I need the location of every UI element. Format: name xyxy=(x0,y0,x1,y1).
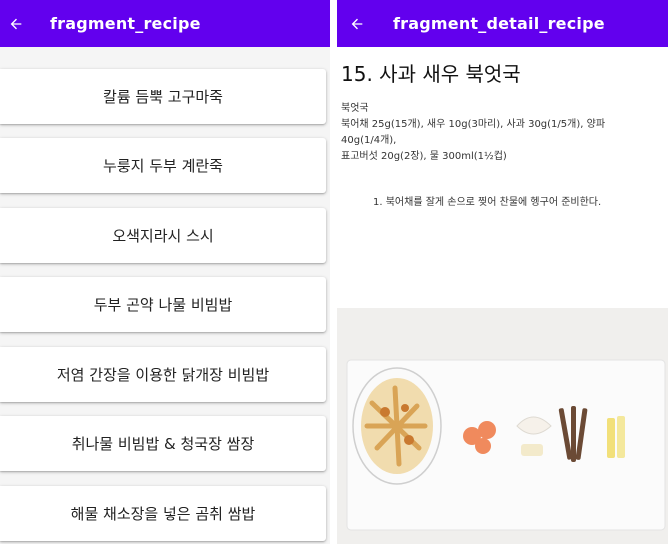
recipe-title: 15. 사과 새우 북엇국 xyxy=(341,62,521,86)
app-bar: fragment_detail_recipe xyxy=(337,0,668,47)
recipe-detail-screen: fragment_detail_recipe 15. 사과 새우 북엇국 북엇국… xyxy=(337,0,668,544)
screen-title: fragment_recipe xyxy=(50,14,201,33)
ingredients-line: 북어채 25g(15개), 새우 10g(3마리), 사과 30g(1/5개),… xyxy=(341,119,606,130)
recipe-list-item[interactable]: 오색지라시 스시 xyxy=(0,208,326,263)
recipe-list-item[interactable]: 해물 채소장을 넣은 곰취 쌈밥 xyxy=(0,486,326,541)
screen-title: fragment_detail_recipe xyxy=(393,14,605,33)
recipe-step: 1. 북어채를 잘게 손으로 찢어 찬물에 헹구어 준비한다. xyxy=(373,197,602,208)
recipe-list-item[interactable]: 저염 간장을 이용한 닭개장 비빔밥 xyxy=(0,347,326,402)
recipe-list-screen: fragment_recipe 칼륨 듬뿍 고구마죽 누룽지 두부 계란죽 오색… xyxy=(0,0,330,544)
recipe-list-item[interactable]: 취나물 비빔밥 & 청국장 쌈장 xyxy=(0,416,326,471)
app-bar: fragment_recipe xyxy=(0,0,330,47)
screen-divider xyxy=(330,0,337,544)
recipe-list-item[interactable]: 누룽지 두부 계란죽 xyxy=(0,138,326,193)
ingredients-block: 북엇국 북어채 25g(15개), 새우 10g(3마리), 사과 30g(1/… xyxy=(341,101,663,165)
arrow-back-icon xyxy=(351,18,363,29)
back-button[interactable] xyxy=(2,12,30,36)
recipe-photo xyxy=(337,308,668,544)
recipe-list-item[interactable]: 두부 곤약 나물 비빔밥 xyxy=(0,277,326,332)
back-button[interactable] xyxy=(343,12,371,36)
ingredients-line: 40g(1/4개), xyxy=(341,135,397,146)
recipe-list-item[interactable]: 칼륨 듬뿍 고구마죽 xyxy=(0,69,326,124)
arrow-back-icon xyxy=(10,18,22,29)
ingredients-line: 표고버섯 20g(2장), 물 300ml(1½컵) xyxy=(341,151,507,162)
ingredients-heading: 북엇국 xyxy=(341,103,369,114)
